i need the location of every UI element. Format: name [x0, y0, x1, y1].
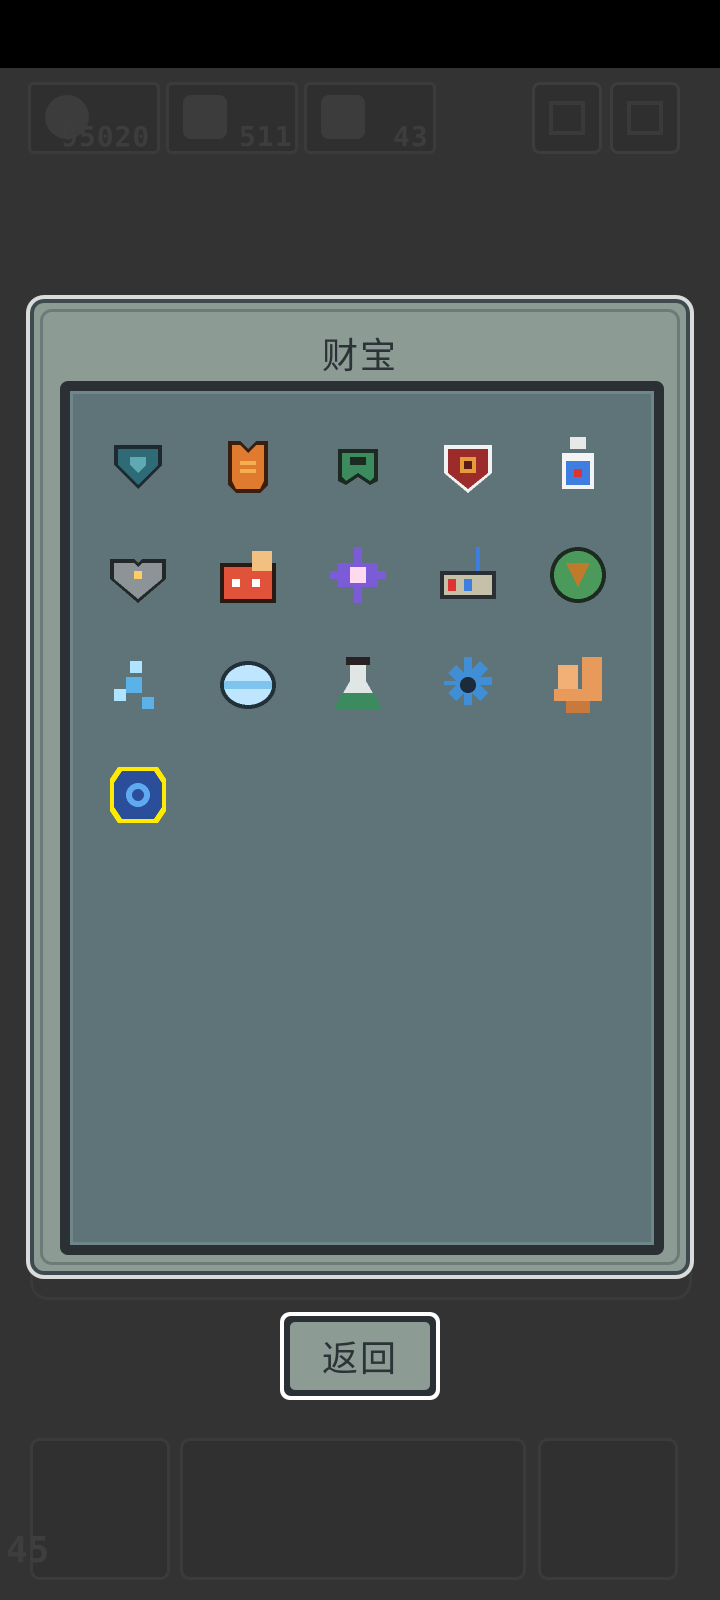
treasure-panel: 财宝: [26, 295, 694, 1279]
bottom-slot-center: [180, 1438, 526, 1580]
gem-count: 95020: [61, 120, 151, 153]
blue-crystal-ring-icon[interactable]: [100, 757, 176, 833]
light-blue-disc-icon[interactable]: [210, 647, 286, 723]
potion-bottle-icon[interactable]: [540, 427, 616, 503]
energy-counter: 511: [166, 82, 298, 154]
back-button-label: 返回: [290, 1322, 430, 1390]
green-helmet-icon[interactable]: [320, 427, 396, 503]
bottom-count: 45: [6, 1530, 50, 1571]
ice-figure-icon[interactable]: [100, 647, 176, 723]
green-flask-icon[interactable]: [320, 647, 396, 723]
fish-icon: [321, 95, 365, 139]
back-button[interactable]: 返回: [280, 1312, 440, 1400]
hud-settings-button: [610, 82, 680, 154]
energy-icon: [183, 95, 227, 139]
treasure-grid: [60, 381, 664, 1255]
energy-count: 511: [239, 120, 293, 153]
toilet-icon[interactable]: [540, 647, 616, 723]
fish-counter: 43: [304, 82, 436, 154]
fish-count: 43: [393, 120, 429, 153]
lion-shield-icon[interactable]: [430, 427, 506, 503]
purple-star-flower-icon[interactable]: [320, 537, 396, 613]
hud-menu-button: [532, 82, 602, 154]
bottom-slot-weapon: [30, 1438, 170, 1580]
shopping-basket-icon[interactable]: [430, 537, 506, 613]
blue-gear-icon[interactable]: [430, 647, 506, 723]
leaf-orb-icon[interactable]: [540, 537, 616, 613]
status-bar: [0, 0, 720, 68]
red-fox-creature-icon[interactable]: [210, 537, 286, 613]
gray-heart-core-icon[interactable]: [100, 537, 176, 613]
orange-armor-icon[interactable]: [210, 427, 286, 503]
panel-title: 财宝: [321, 336, 398, 377]
gem-counter: 95020: [28, 82, 160, 154]
teal-heart-gem-icon[interactable]: [100, 427, 176, 503]
bottom-slot-character: [538, 1438, 678, 1580]
